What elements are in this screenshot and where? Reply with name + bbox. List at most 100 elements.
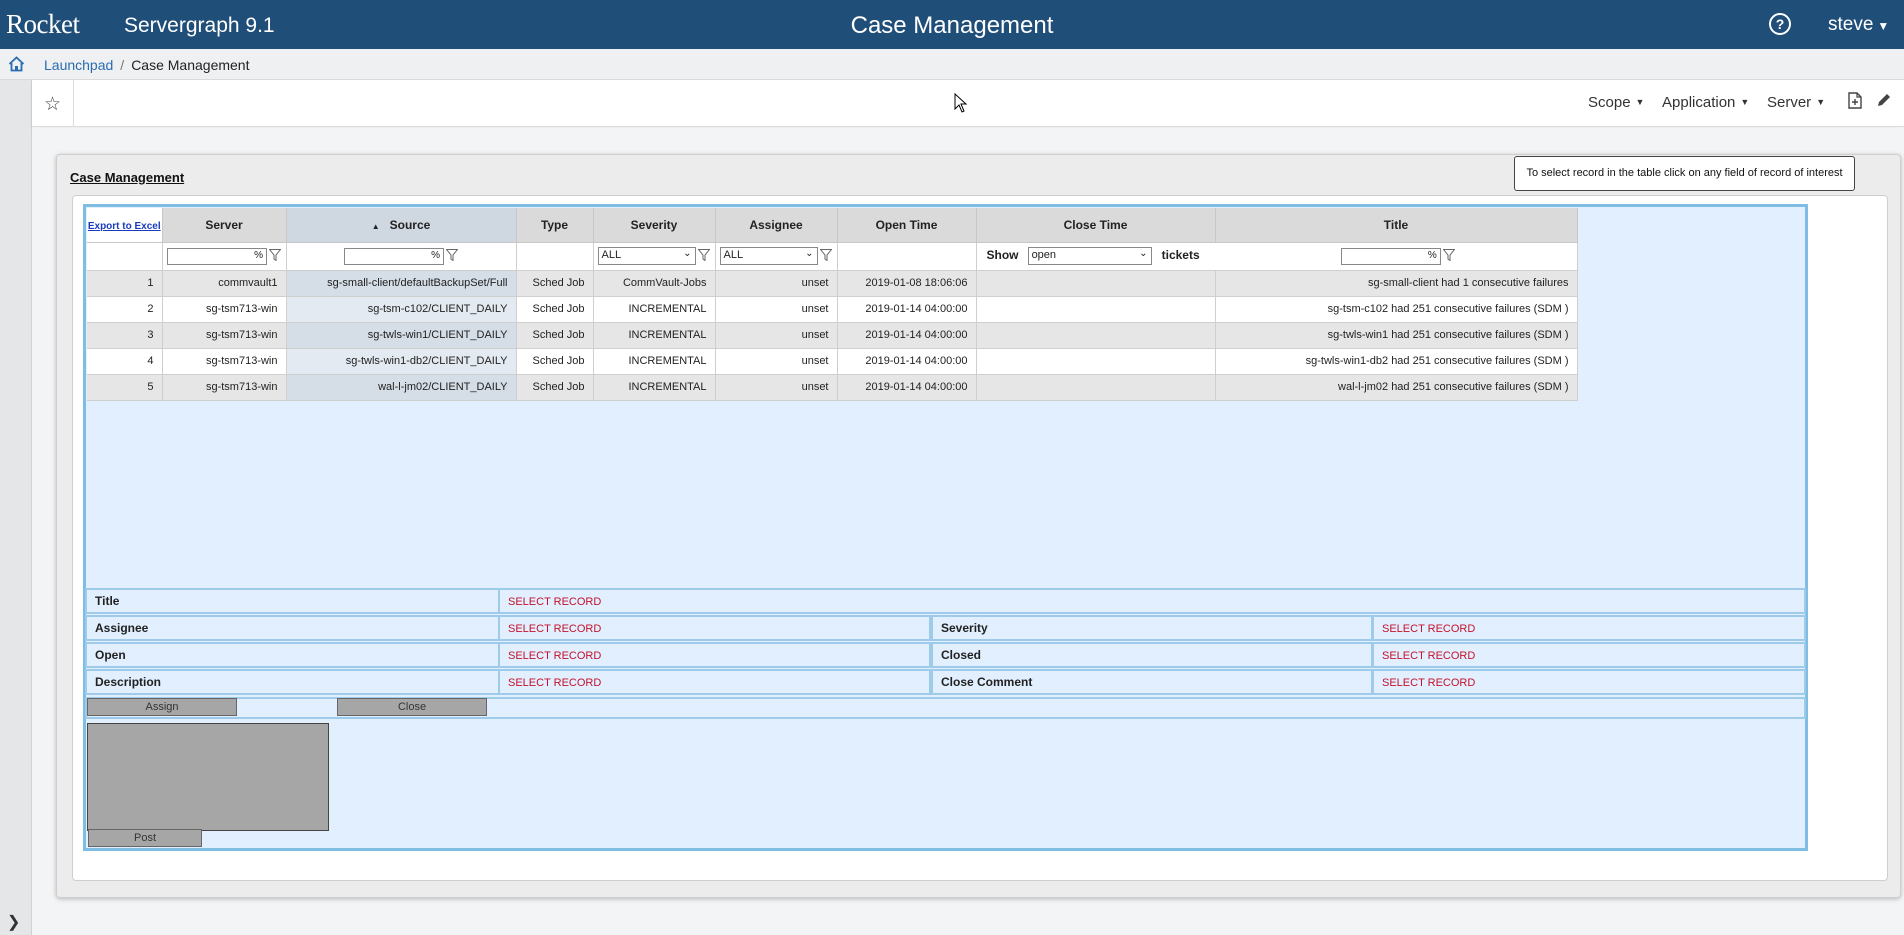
cell-title[interactable]: wal-l-jm02 had 251 consecutive failures …: [1215, 374, 1578, 401]
filter-empty: [87, 242, 163, 271]
cell-source[interactable]: sg-twls-win1-db2/CLIENT_DAILY: [286, 348, 517, 375]
post-comment-area[interactable]: [87, 723, 329, 831]
table-row[interactable]: 3 sg-tsm713-win sg-twls-win1/CLIENT_DAIL…: [87, 322, 1578, 349]
application-menu-label: Application: [1662, 94, 1736, 111]
detail-severity-value: SELECT RECORD: [1382, 623, 1476, 635]
assign-button[interactable]: Assign: [87, 698, 237, 716]
cell-close-time[interactable]: [976, 322, 1216, 349]
column-header-assignee[interactable]: Assignee: [715, 208, 838, 243]
table-row[interactable]: 1 commvault1 sg-small-client/defaultBack…: [87, 270, 1578, 297]
cell-type[interactable]: Sched Job: [516, 270, 594, 297]
cell-source[interactable]: wal-l-jm02/CLIENT_DAILY: [286, 374, 517, 401]
detail-close-comment-label: Close Comment: [941, 675, 1033, 689]
column-header-title[interactable]: Title: [1215, 208, 1578, 243]
cell-server[interactable]: sg-tsm713-win: [162, 374, 287, 401]
detail-title-value-cell: SELECT RECORD: [498, 588, 1806, 614]
post-button[interactable]: Post: [88, 829, 202, 847]
home-icon[interactable]: [8, 56, 25, 77]
cell-type[interactable]: Sched Job: [516, 374, 594, 401]
filter-icon[interactable]: [445, 248, 459, 264]
cell-close-time[interactable]: [976, 348, 1216, 375]
cell-assignee[interactable]: unset: [715, 374, 838, 401]
cell-open-time[interactable]: 2019-01-14 04:00:00: [837, 296, 977, 323]
filter-icon[interactable]: [818, 248, 833, 264]
column-header-source[interactable]: ▲ Source: [286, 208, 517, 243]
detail-description-label: Description: [95, 675, 162, 689]
cell-source[interactable]: sg-small-client/defaultBackupSet/Full: [286, 270, 517, 297]
cell-close-time[interactable]: [976, 270, 1216, 297]
cell-severity[interactable]: INCREMENTAL: [593, 296, 716, 323]
cell-severity[interactable]: INCREMENTAL: [593, 348, 716, 375]
help-icon[interactable]: ?: [1769, 13, 1791, 35]
cell-title[interactable]: sg-tsm-c102 had 251 consecutive failures…: [1215, 296, 1578, 323]
cell-severity[interactable]: INCREMENTAL: [593, 374, 716, 401]
cell-type[interactable]: Sched Job: [516, 322, 594, 349]
cell-title[interactable]: sg-twls-win1-db2 had 251 consecutive fai…: [1215, 348, 1578, 375]
caret-down-icon: ▼: [1635, 97, 1645, 107]
chevron-down-icon: ▼: [1877, 19, 1890, 33]
breadcrumb-launchpad[interactable]: Launchpad: [44, 57, 113, 73]
scope-menu-label: Scope: [1588, 94, 1631, 111]
server-filter-input[interactable]: %: [167, 247, 267, 265]
column-header-source-label: Source: [389, 217, 431, 232]
cell-severity[interactable]: CommVault-Jobs: [593, 270, 716, 297]
cell-assignee[interactable]: unset: [715, 270, 838, 297]
detail-description-value-cell: SELECT RECORD: [498, 669, 931, 695]
user-name: steve: [1828, 14, 1874, 35]
severity-filter-select[interactable]: ALL ⌄: [597, 247, 696, 265]
assignee-filter-select[interactable]: ALL ⌄: [719, 247, 818, 265]
cell-server[interactable]: commvault1: [162, 270, 287, 297]
edit-pencil-icon[interactable]: [1876, 92, 1892, 113]
title-filter-input[interactable]: %: [1340, 247, 1441, 265]
column-header-server[interactable]: Server: [162, 208, 287, 243]
filter-icon[interactable]: [696, 248, 711, 264]
cell-open-time[interactable]: 2019-01-14 04:00:00: [837, 348, 977, 375]
cell-server[interactable]: sg-tsm713-win: [162, 322, 287, 349]
cell-type[interactable]: Sched Job: [516, 296, 594, 323]
column-header-close-time[interactable]: Close Time: [976, 208, 1216, 243]
filter-icon[interactable]: [268, 248, 282, 264]
cell-server[interactable]: sg-tsm713-win: [162, 348, 287, 375]
tickets-label: tickets: [1161, 247, 1200, 262]
table-row[interactable]: 5 sg-tsm713-win wal-l-jm02/CLIENT_DAILY …: [87, 374, 1578, 401]
column-header-open-time[interactable]: Open Time: [837, 208, 977, 243]
scope-menu[interactable]: Scope ▼: [1588, 94, 1644, 111]
cell-source[interactable]: sg-twls-win1/CLIENT_DAILY: [286, 322, 517, 349]
filter-type-cell: [516, 242, 594, 271]
column-header-type[interactable]: Type: [516, 208, 594, 243]
cell-open-time[interactable]: 2019-01-14 04:00:00: [837, 322, 977, 349]
cell-title[interactable]: sg-twls-win1 had 251 consecutive failure…: [1215, 322, 1578, 349]
user-menu[interactable]: steve ▼: [1828, 14, 1889, 36]
export-document-icon[interactable]: [1848, 92, 1862, 114]
section-title[interactable]: Case Management: [70, 170, 184, 185]
cell-close-time[interactable]: [976, 296, 1216, 323]
filter-server-cell: %: [162, 242, 287, 271]
cell-close-time[interactable]: [976, 374, 1216, 401]
filter-icon[interactable]: [1442, 248, 1456, 264]
column-header-severity[interactable]: Severity: [593, 208, 716, 243]
cell-assignee[interactable]: unset: [715, 348, 838, 375]
server-menu[interactable]: Server ▼: [1767, 94, 1825, 111]
source-filter-input[interactable]: %: [344, 247, 444, 265]
cell-server[interactable]: sg-tsm713-win: [162, 296, 287, 323]
close-button[interactable]: Close: [337, 698, 487, 716]
application-menu[interactable]: Application ▼: [1662, 94, 1749, 111]
chevron-right-icon[interactable]: ❯: [7, 912, 20, 932]
table-row[interactable]: 2 sg-tsm713-win sg-tsm-c102/CLIENT_DAILY…: [87, 296, 1578, 323]
star-icon[interactable]: ☆: [44, 93, 61, 116]
cell-type[interactable]: Sched Job: [516, 348, 594, 375]
table-row[interactable]: 4 sg-tsm713-win sg-twls-win1-db2/CLIENT_…: [87, 348, 1578, 375]
cell-assignee[interactable]: unset: [715, 322, 838, 349]
row-number: 3: [87, 322, 163, 349]
cell-open-time[interactable]: 2019-01-08 18:06:06: [837, 270, 977, 297]
detail-close-comment-value-cell: SELECT RECORD: [1372, 669, 1806, 695]
detail-assignee-value: SELECT RECORD: [508, 623, 602, 635]
export-to-excel-link[interactable]: Export to Excel: [88, 221, 161, 232]
close-status-select[interactable]: open ⌄: [1027, 247, 1152, 265]
cell-open-time[interactable]: 2019-01-14 04:00:00: [837, 374, 977, 401]
cell-title[interactable]: sg-small-client had 1 consecutive failur…: [1215, 270, 1578, 297]
filter-severity-cell: ALL ⌄: [593, 242, 716, 271]
cell-assignee[interactable]: unset: [715, 296, 838, 323]
cell-source[interactable]: sg-tsm-c102/CLIENT_DAILY: [286, 296, 517, 323]
cell-severity[interactable]: INCREMENTAL: [593, 322, 716, 349]
